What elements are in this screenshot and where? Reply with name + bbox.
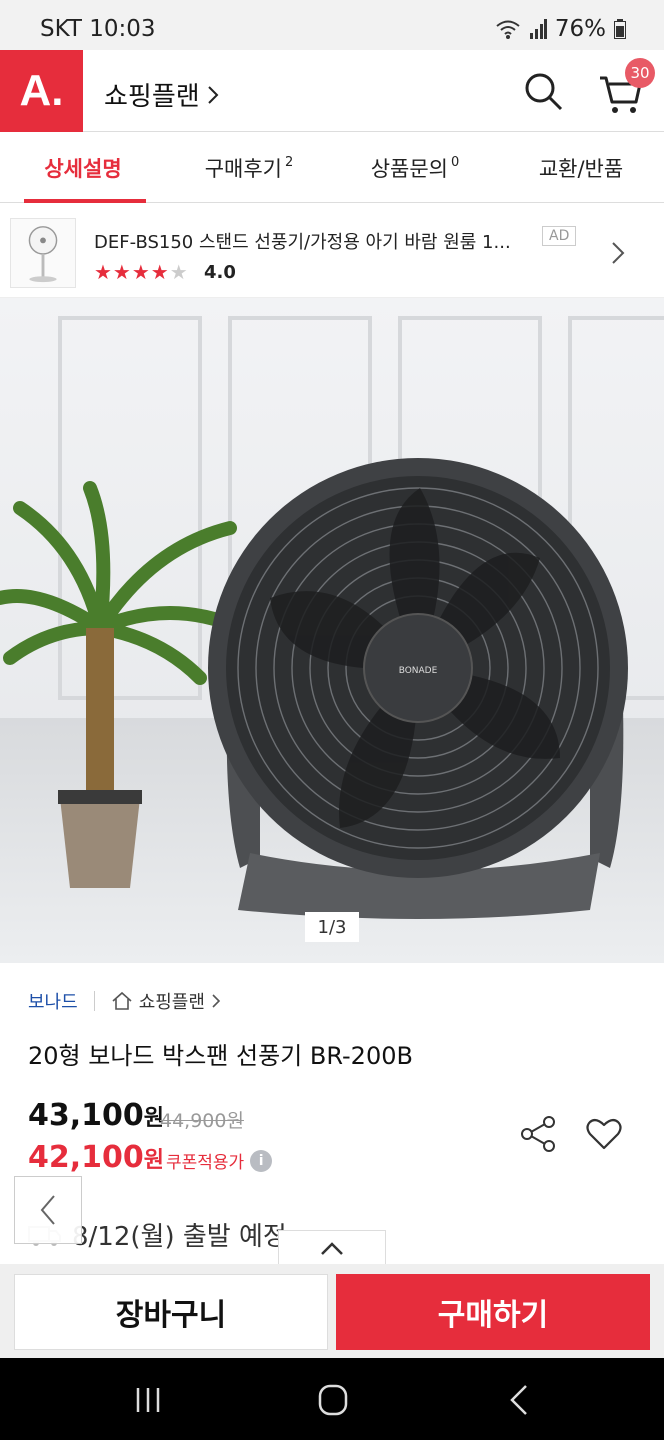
cart-count-badge: 30 (625, 58, 655, 88)
ad-product-banner[interactable]: DEF-BS150 스탠드 선풍기/가정용 아기 바람 원룸 1... AD ★… (0, 204, 664, 298)
ad-badge: AD (542, 226, 577, 246)
info-icon[interactable]: i (250, 1149, 273, 1172)
detail-tabs: 상세설명 구매후기 2 상품문의 0 교환/반품 (0, 133, 664, 203)
back-button[interactable] (14, 1176, 82, 1244)
buy-now-button[interactable]: 구매하기 (336, 1274, 650, 1350)
search-icon[interactable] (522, 70, 564, 112)
ad-rating-value: 4.0 (204, 262, 236, 283)
chevron-right-icon (612, 242, 625, 264)
chevron-left-icon (40, 1195, 55, 1225)
shop-link[interactable]: 쇼핑플랜 (111, 988, 221, 1014)
home-icon[interactable] (313, 1382, 353, 1418)
share-icon[interactable] (518, 1114, 558, 1154)
recent-apps-icon[interactable] (128, 1382, 168, 1418)
review-count: 2 (285, 155, 294, 170)
fan-brand-text: BONADE (399, 666, 438, 676)
bottom-action-bar: 장바구니 구매하기 (0, 1264, 664, 1358)
divider (93, 991, 95, 1011)
chevron-right-icon (212, 994, 221, 1008)
battery-icon (614, 19, 626, 39)
ad-product-name: DEF-BS150 스탠드 선풍기/가정용 아기 바람 원룸 1... (94, 232, 511, 253)
shop-title-link[interactable]: 쇼핑플랜 (104, 76, 220, 113)
home-icon (112, 991, 132, 1010)
tab-detail[interactable]: 상세설명 (0, 133, 166, 203)
tab-qna[interactable]: 상품문의 0 (332, 133, 498, 202)
coupon-price: 42,100원 (28, 1140, 165, 1175)
product-image[interactable]: BONADE (0, 298, 664, 963)
add-to-cart-button[interactable]: 장바구니 (14, 1274, 328, 1350)
status-bar: SKT 10:03 76% (0, 0, 664, 50)
box-fan-photo: BONADE (0, 298, 664, 963)
original-price: 44,900원 (160, 1110, 244, 1132)
heart-icon[interactable] (584, 1114, 624, 1154)
expand-panel-button[interactable] (278, 1230, 386, 1266)
product-title: 20형 보나드 박스팬 선풍기 BR-200B (28, 1042, 413, 1070)
app-logo[interactable]: A. (0, 50, 83, 132)
status-carrier-time: SKT 10:03 (40, 16, 156, 42)
system-nav-bar (0, 1358, 664, 1440)
coupon-label: 쿠폰적용가 i (166, 1148, 273, 1173)
ad-rating-stars: ★★★★★ (94, 260, 189, 284)
chevron-right-icon (207, 85, 219, 104)
battery-percent: 76% (554, 16, 606, 42)
sale-price: 43,100원 (28, 1098, 165, 1133)
shipping-date: 8/12(월) 출발 예정 (72, 1222, 287, 1252)
ad-product-thumbnail (10, 218, 76, 288)
back-icon[interactable] (500, 1382, 540, 1418)
signal-icon (529, 19, 547, 39)
tab-exchange-return[interactable]: 교환/반품 (498, 133, 664, 202)
brand-line: 보나드 쇼핑플랜 (28, 988, 221, 1014)
chevron-up-icon (321, 1241, 343, 1255)
shop-title: 쇼핑플랜 (104, 82, 200, 112)
brand-link[interactable]: 보나드 (28, 988, 78, 1014)
tab-reviews[interactable]: 구매후기 2 (166, 133, 332, 202)
wifi-icon (496, 20, 520, 39)
image-pager: 1/3 (305, 912, 359, 942)
qna-count: 0 (451, 155, 460, 170)
app-header: A. 쇼핑플랜 (0, 50, 664, 132)
